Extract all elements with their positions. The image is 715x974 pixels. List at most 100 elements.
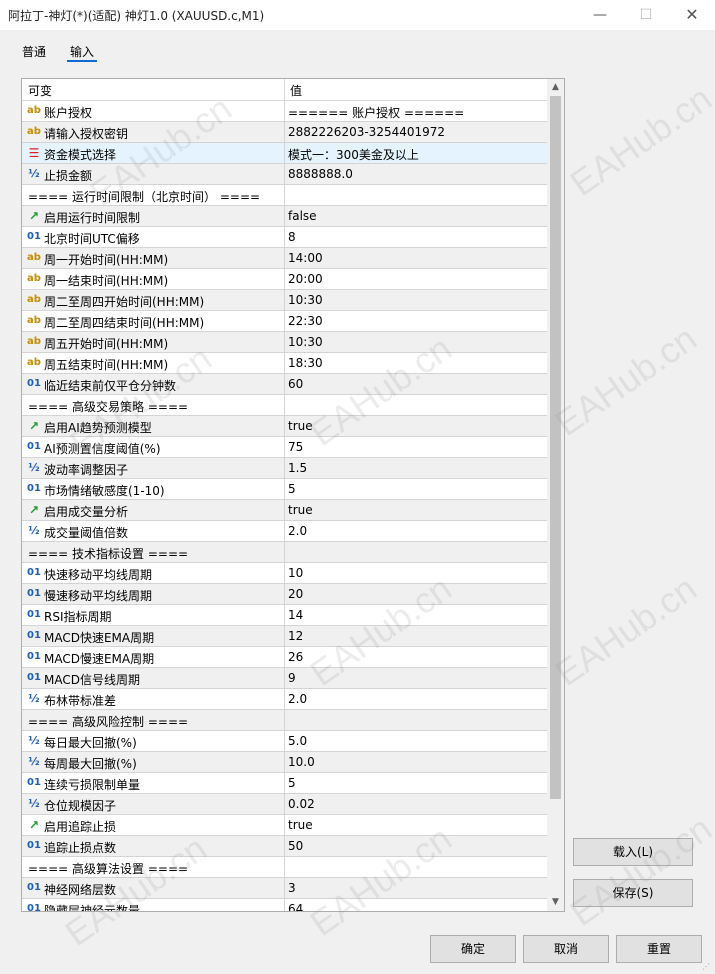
parameter-value[interactable]: 18:30	[288, 356, 323, 370]
grid-section-row[interactable]: ==== 高级风险控制 ====	[22, 710, 547, 731]
save-button[interactable]: 保存(S)	[573, 879, 693, 907]
active-tab-indicator	[67, 60, 97, 62]
close-button[interactable]: ✕	[669, 0, 715, 30]
column-header-parameter[interactable]: 可变	[28, 82, 52, 99]
table-row[interactable]: 01 RSI指标周期 14	[22, 605, 547, 626]
parameter-value[interactable]: 14	[288, 608, 303, 622]
parameter-value[interactable]: 22:30	[288, 314, 323, 328]
tab-common[interactable]: 普通	[22, 43, 46, 60]
parameter-value[interactable]: 14:00	[288, 251, 323, 265]
table-row[interactable]: 01 快速移动平均线周期 10	[22, 563, 547, 584]
minimize-button[interactable]: —	[577, 0, 623, 30]
parameter-value[interactable]: 9	[288, 671, 296, 685]
parameter-name: 成交量阈值倍数	[44, 526, 129, 540]
table-row[interactable]: 01 MACD快速EMA周期 12	[22, 626, 547, 647]
scroll-down-icon[interactable]: ▼	[547, 894, 564, 911]
grid-section-row[interactable]: ==== 高级算法设置 ====	[22, 857, 547, 878]
table-row[interactable]: ↗ 启用追踪止损 true	[22, 815, 547, 836]
parameter-value[interactable]: 75	[288, 440, 303, 454]
parameter-value[interactable]: true	[288, 419, 313, 433]
table-row[interactable]: ab 请输入授权密钥 2882226203-3254401972	[22, 122, 547, 143]
parameter-value[interactable]: 3	[288, 881, 296, 895]
parameter-value[interactable]: 2.0	[288, 524, 307, 538]
parameter-value[interactable]: 1.5	[288, 461, 307, 475]
table-row[interactable]: ↗ 启用AI趋势预测模型 true	[22, 416, 547, 437]
double-type-icon: ½	[28, 755, 40, 768]
table-row[interactable]: ↗ 启用成交量分析 true	[22, 500, 547, 521]
parameter-value[interactable]: 模式一：300美金及以上	[288, 146, 419, 163]
parameter-value[interactable]: 2882226203-3254401972	[288, 125, 445, 139]
parameter-value[interactable]: 8	[288, 230, 296, 244]
column-header-value[interactable]: 值	[290, 82, 302, 99]
table-row[interactable]: 01 隐藏层神经元数量 64	[22, 899, 547, 912]
ok-button[interactable]: 确定	[430, 935, 516, 963]
table-row[interactable]: 01 神经网络层数 3	[22, 878, 547, 899]
table-row[interactable]: ½ 每日最大回撤(%) 5.0	[22, 731, 547, 752]
table-row[interactable]: ☰ 资金模式选择 模式一：300美金及以上	[22, 143, 547, 164]
parameter-value[interactable]: ====== 账户授权 ======	[288, 104, 464, 121]
parameter-value[interactable]: 0.02	[288, 797, 315, 811]
parameter-name: AI预测置信度阈值(%)	[44, 442, 161, 456]
reset-button[interactable]: 重置	[616, 935, 702, 963]
scroll-thumb[interactable]	[550, 96, 561, 799]
parameter-value[interactable]: 5.0	[288, 734, 307, 748]
parameter-value[interactable]: 60	[288, 377, 303, 391]
table-row[interactable]: ab 周二至周四结束时间(HH:MM) 22:30	[22, 311, 547, 332]
table-row[interactable]: ab 周五开始时间(HH:MM) 10:30	[22, 332, 547, 353]
integer-type-icon: 01	[27, 378, 41, 389]
window-title: 阿拉丁-神灯(*)(适配) 神灯1.0 (XAUUSD.c,M1)	[8, 9, 265, 23]
grid-section-row[interactable]: ==== 技术指标设置 ====	[22, 542, 547, 563]
parameter-value[interactable]: 10:30	[288, 293, 323, 307]
table-row[interactable]: 01 AI预测置信度阈值(%) 75	[22, 437, 547, 458]
table-row[interactable]: ½ 仓位规模因子 0.02	[22, 794, 547, 815]
scroll-up-icon[interactable]: ▲	[547, 79, 564, 96]
table-row[interactable]: ab 周五结束时间(HH:MM) 18:30	[22, 353, 547, 374]
table-row[interactable]: ab 周二至周四开始时间(HH:MM) 10:30	[22, 290, 547, 311]
vertical-scrollbar[interactable]: ▲ ▼	[547, 79, 564, 911]
table-row[interactable]: ½ 成交量阈值倍数 2.0	[22, 521, 547, 542]
table-row[interactable]: 01 追踪止损点数 50	[22, 836, 547, 857]
parameter-value[interactable]: 12	[288, 629, 303, 643]
table-row[interactable]: 01 MACD信号线周期 9	[22, 668, 547, 689]
parameter-value[interactable]: 26	[288, 650, 303, 664]
table-row[interactable]: 01 MACD慢速EMA周期 26	[22, 647, 547, 668]
table-row[interactable]: ½ 布林带标准差 2.0	[22, 689, 547, 710]
parameter-value[interactable]: 50	[288, 839, 303, 853]
parameter-name: ==== 高级风险控制 ====	[28, 715, 189, 729]
cancel-button[interactable]: 取消	[523, 935, 609, 963]
table-row[interactable]: ↗ 启用运行时间限制 false	[22, 206, 547, 227]
parameter-value[interactable]: true	[288, 503, 313, 517]
table-row[interactable]: 01 市场情绪敏感度(1-10) 5	[22, 479, 547, 500]
integer-type-icon: 01	[27, 903, 41, 912]
table-row[interactable]: 01 北京时间UTC偏移 8	[22, 227, 547, 248]
table-row[interactable]: ab 周一开始时间(HH:MM) 14:00	[22, 248, 547, 269]
table-row[interactable]: ½ 波动率调整因子 1.5	[22, 458, 547, 479]
table-row[interactable]: 01 临近结束前仅平仓分钟数 60	[22, 374, 547, 395]
parameter-value[interactable]: 10:30	[288, 335, 323, 349]
tab-inputs[interactable]: 输入	[70, 43, 94, 60]
parameter-value[interactable]: false	[288, 209, 317, 223]
maximize-button[interactable]: ☐	[623, 0, 669, 30]
parameter-value[interactable]: 5	[288, 482, 296, 496]
parameter-value[interactable]: 10.0	[288, 755, 315, 769]
parameter-value[interactable]: 20	[288, 587, 303, 601]
parameter-name: ==== 运行时间限制（北京时间） ====	[28, 190, 261, 204]
table-row[interactable]: ½ 止损金额 8888888.0	[22, 164, 547, 185]
parameter-value[interactable]: 20:00	[288, 272, 323, 286]
resize-grip-icon[interactable]: ⋰	[702, 962, 712, 972]
grid-section-row[interactable]: ==== 运行时间限制（北京时间） ====	[22, 185, 547, 206]
table-row[interactable]: 01 连续亏损限制单量 5	[22, 773, 547, 794]
table-row[interactable]: ½ 每周最大回撤(%) 10.0	[22, 752, 547, 773]
parameter-value[interactable]: 2.0	[288, 692, 307, 706]
load-button[interactable]: 载入(L)	[573, 838, 693, 866]
integer-type-icon: 01	[27, 609, 41, 620]
parameter-value[interactable]: true	[288, 818, 313, 832]
parameter-value[interactable]: 5	[288, 776, 296, 790]
parameter-value[interactable]: 8888888.0	[288, 167, 353, 181]
parameter-value[interactable]: 64	[288, 902, 303, 911]
table-row[interactable]: ab 账户授权 ====== 账户授权 ======	[22, 101, 547, 122]
parameter-value[interactable]: 10	[288, 566, 303, 580]
table-row[interactable]: 01 慢速移动平均线周期 20	[22, 584, 547, 605]
grid-section-row[interactable]: ==== 高级交易策略 ====	[22, 395, 547, 416]
table-row[interactable]: ab 周一结束时间(HH:MM) 20:00	[22, 269, 547, 290]
